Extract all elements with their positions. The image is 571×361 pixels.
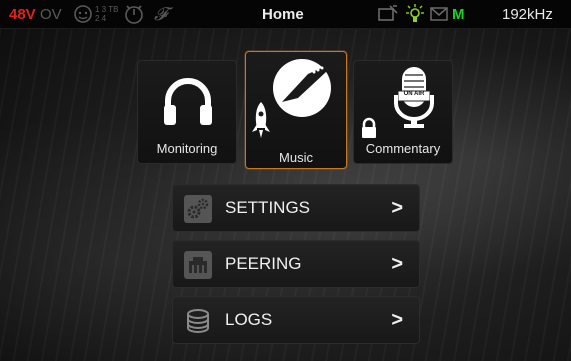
- function-icon: 𝓕: [154, 3, 168, 25]
- sample-rate: 192kHz: [502, 5, 553, 23]
- channel-grid-icon: [73, 0, 93, 28]
- menu-label: LOGS: [225, 310, 273, 329]
- mode-indicator: M: [452, 5, 465, 23]
- guitar-icon: [273, 59, 331, 117]
- dial-icon: [123, 0, 145, 28]
- overload-indicator: OV: [40, 5, 62, 23]
- mode-monitoring[interactable]: Monitoring: [137, 60, 237, 164]
- status-bar: 48V OV 1 3 TB 2 4 𝓕 Home M 192kHz: [0, 0, 571, 29]
- mode-label: Commentary: [365, 141, 441, 156]
- chevron-right-icon: >: [391, 197, 403, 219]
- menu-label: SETTINGS: [225, 198, 311, 217]
- mode-commentary[interactable]: ON AIR Commentary: [353, 60, 453, 164]
- phantom-power-indicator: 48V: [9, 5, 36, 23]
- screen: 48V OV 1 3 TB 2 4 𝓕 Home M 192kHz Monito…: [0, 0, 571, 361]
- mode-label: Music: [279, 150, 313, 165]
- lock-icon: [362, 117, 376, 138]
- menu-label: PEERING: [225, 254, 302, 273]
- rocket-icon: [252, 102, 270, 138]
- headphones-icon: [164, 78, 212, 125]
- menu-settings[interactable]: SETTINGS >: [172, 184, 420, 232]
- database-icon: [184, 307, 212, 335]
- on-air-badge: ON AIR: [403, 91, 425, 97]
- page-title: Home: [262, 5, 304, 23]
- chevron-right-icon: >: [391, 309, 403, 331]
- power-bulb-icon: [404, 0, 426, 28]
- mode-music[interactable]: Music: [245, 51, 347, 169]
- battery-icon: [377, 0, 399, 28]
- menu-logs[interactable]: LOGS >: [172, 296, 420, 344]
- mail-icon: [430, 0, 448, 28]
- channel-map-numbers: 1 3 TB 2 4: [95, 5, 119, 23]
- menu-peering[interactable]: PEERING >: [172, 240, 420, 288]
- microphone-icon: [394, 67, 434, 128]
- network-icon: [184, 251, 212, 279]
- chevron-right-icon: >: [391, 253, 403, 275]
- mode-label: Monitoring: [156, 141, 218, 156]
- gears-icon: [184, 195, 212, 223]
